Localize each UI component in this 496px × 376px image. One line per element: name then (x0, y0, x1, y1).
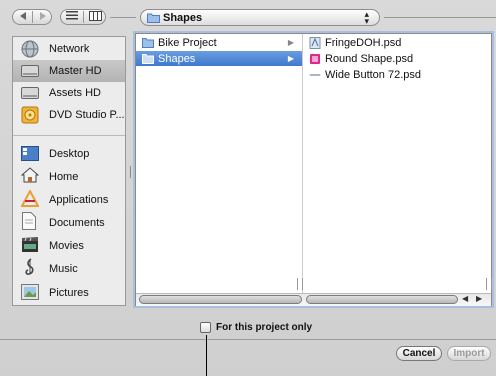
list-view-button[interactable] (61, 10, 83, 24)
sidebar-divider (13, 135, 125, 136)
browser-column-2: FringeDOH.psd Round Shape.psd Wide Butto… (303, 34, 492, 293)
forward-button[interactable] (33, 10, 52, 24)
list-item-bike-project[interactable]: Bike Project ▶ (136, 35, 302, 50)
location-label: Shapes (163, 12, 203, 24)
hard-drive-icon (21, 86, 39, 102)
movies-icon (21, 237, 39, 253)
project-only-checkbox[interactable] (200, 321, 211, 333)
column-view-icon (88, 10, 102, 24)
dvd-icon (21, 106, 39, 124)
sidebar-item-label: Music (49, 263, 78, 275)
pictures-icon (21, 284, 39, 300)
sidebar-item-master-hd[interactable]: Master HD (13, 60, 125, 82)
network-globe-icon (21, 40, 39, 58)
sidebar-item-label: Applications (49, 194, 109, 206)
toolbar-divider (110, 17, 136, 18)
list-item-round-shape[interactable]: Round Shape.psd (303, 51, 491, 66)
sidebar-item-dvd-studio[interactable]: DVD Studio P... (13, 104, 125, 126)
folder-icon (142, 37, 154, 48)
list-item-label: Shapes (158, 52, 196, 65)
cancel-button[interactable]: Cancel (396, 346, 442, 361)
list-item-label: Round Shape.psd (325, 52, 414, 65)
sidebar-item-label: Documents (49, 217, 105, 229)
column-view-button[interactable] (84, 10, 106, 24)
sidebar-item-network[interactable]: Network (13, 38, 125, 60)
sidebar-item-desktop[interactable]: Desktop (13, 143, 125, 165)
view-segment (60, 9, 106, 25)
sidebar-item-label: Pictures (49, 287, 89, 299)
back-button[interactable] (13, 10, 32, 24)
psd-file-icon (309, 37, 321, 49)
list-item-wide-button[interactable]: Wide Button 72.psd (303, 67, 491, 82)
chevron-right-icon: ▶ (287, 54, 294, 63)
sidebar-item-home[interactable]: Home (13, 166, 125, 188)
list-item-shapes[interactable]: Shapes ▶ (136, 51, 302, 66)
callout-line (206, 335, 207, 376)
desktop-icon (21, 146, 39, 162)
sidebar-item-label: Master HD (49, 65, 102, 77)
column-resize-handle[interactable] (486, 278, 492, 290)
scroll-left-icon[interactable]: ◀ (462, 294, 468, 303)
sidebar-item-music[interactable]: Music (13, 258, 125, 280)
browser-column-1: Bike Project ▶ Shapes ▶ (136, 34, 303, 293)
back-arrow-icon (19, 11, 27, 23)
psd-file-icon (309, 69, 321, 80)
sidebar-item-movies[interactable]: Movies (13, 235, 125, 257)
sidebar: Network Master HD Assets HD DVD Studio P… (12, 36, 126, 306)
sidebar-item-label: Desktop (49, 148, 90, 160)
bottom-divider (0, 339, 496, 340)
scrollbar-thumb-left[interactable] (139, 295, 302, 304)
list-item-fringedoh[interactable]: FringeDOH.psd (303, 35, 491, 50)
nav-segment (12, 9, 52, 25)
sidebar-item-label: Network (49, 43, 90, 55)
project-only-option[interactable]: For this project only (200, 320, 312, 334)
forward-arrow-icon (39, 11, 47, 23)
horizontal-scrollbar[interactable]: ◀ ▶ (136, 293, 491, 306)
chevron-right-icon: ▶ (287, 38, 294, 47)
list-item-label: Wide Button 72.psd (325, 68, 422, 81)
sidebar-item-applications[interactable]: Applications (13, 188, 125, 211)
folder-icon (142, 53, 154, 64)
toolbar: Shapes ▴ ▾ (0, 0, 496, 36)
scroll-right-icon[interactable]: ▶ (476, 294, 482, 303)
location-popup[interactable]: Shapes ▴ ▾ (140, 9, 380, 26)
folder-icon (147, 12, 160, 26)
psd-file-icon (309, 53, 321, 64)
documents-icon (21, 212, 39, 230)
project-only-label: For this project only (216, 321, 313, 333)
sidebar-item-pictures[interactable]: Pictures (13, 282, 125, 304)
music-icon (23, 258, 41, 275)
sidebar-item-label: Home (49, 171, 79, 183)
list-view-icon (66, 11, 78, 23)
sidebar-item-assets-hd[interactable]: Assets HD (13, 82, 125, 104)
sidebar-item-label: Movies (49, 240, 84, 252)
list-item-label: FringeDOH.psd (325, 36, 402, 49)
hard-drive-icon (21, 64, 39, 80)
scrollbar-thumb[interactable] (306, 295, 458, 304)
import-button[interactable]: Import (447, 346, 491, 361)
home-icon (20, 167, 40, 183)
toolbar-divider-right (384, 17, 496, 18)
applications-icon (20, 188, 40, 207)
list-item-label: Bike Project (158, 36, 217, 49)
sidebar-item-label: Assets HD (49, 87, 101, 99)
import-dialog: Shapes ▴ ▾ Network Master HD Assets HD DV… (0, 0, 496, 376)
sidebar-item-documents[interactable]: Documents (13, 212, 125, 234)
file-browser: Bike Project ▶ Shapes ▶ FringeDOH.psd Ro… (135, 33, 492, 306)
sidebar-item-label: DVD Studio P... (49, 109, 125, 121)
popup-arrows-icon: ▴ ▾ (364, 9, 369, 26)
